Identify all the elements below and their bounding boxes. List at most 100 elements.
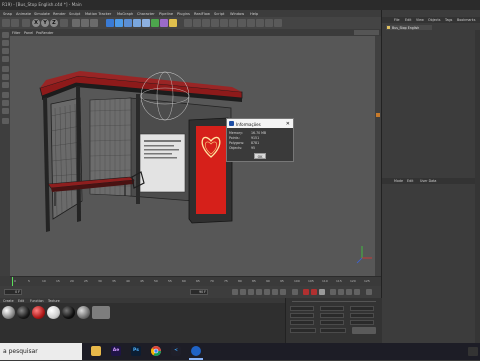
undo-icon[interactable] bbox=[2, 19, 10, 27]
make-editable-icon[interactable] bbox=[1, 32, 9, 38]
previous-frame-icon[interactable] bbox=[248, 289, 254, 295]
lock-icon[interactable] bbox=[220, 19, 228, 27]
loop-icon[interactable] bbox=[292, 289, 298, 295]
xpresso-icon[interactable] bbox=[247, 19, 255, 27]
end-frame-field[interactable]: 90 F bbox=[190, 289, 208, 295]
scale-key-icon[interactable] bbox=[338, 289, 344, 295]
menu-simulate[interactable]: Simulate bbox=[34, 12, 50, 16]
auto-key-icon[interactable] bbox=[311, 289, 317, 295]
menu-motion-tracker[interactable]: Motion Tracker bbox=[85, 12, 111, 16]
camera-icon[interactable] bbox=[160, 19, 168, 27]
after-effects-icon[interactable]: Ae bbox=[111, 346, 121, 356]
tweak-mode-icon[interactable] bbox=[1, 100, 9, 106]
light-icon[interactable] bbox=[169, 19, 177, 27]
play-icon[interactable] bbox=[256, 289, 262, 295]
redo-icon[interactable] bbox=[11, 19, 19, 27]
position-z-field[interactable] bbox=[290, 320, 314, 325]
render-settings-icon[interactable] bbox=[90, 19, 98, 27]
lod-icon[interactable] bbox=[256, 19, 264, 27]
material-swatch[interactable] bbox=[2, 306, 15, 319]
material-swatch[interactable] bbox=[17, 306, 30, 319]
position-x-field[interactable] bbox=[290, 306, 314, 311]
polygons-mode-icon[interactable] bbox=[1, 82, 9, 88]
mat-menu-edit[interactable]: Edit bbox=[18, 299, 24, 303]
menu-render[interactable]: Render bbox=[53, 12, 66, 16]
vscode-icon[interactable]: ≺ bbox=[171, 346, 181, 356]
attr-menu-mode[interactable]: Mode bbox=[394, 179, 403, 183]
om-menu-objects[interactable]: Objects bbox=[428, 18, 440, 22]
chrome-icon[interactable] bbox=[151, 346, 161, 356]
timeline-window-icon[interactable] bbox=[366, 289, 372, 295]
workplane-icon[interactable] bbox=[202, 19, 210, 27]
position-key-icon[interactable] bbox=[330, 289, 336, 295]
next-key-icon[interactable] bbox=[272, 289, 278, 295]
realflow-icon[interactable] bbox=[265, 19, 273, 27]
coordinate-system-icon[interactable] bbox=[60, 19, 68, 27]
right-panel-tabs[interactable] bbox=[475, 30, 480, 350]
om-menu-view[interactable]: View bbox=[416, 18, 424, 22]
grid-icon[interactable] bbox=[211, 19, 219, 27]
menu-sculpt[interactable]: Sculpt bbox=[69, 12, 80, 16]
size-x-field[interactable] bbox=[320, 306, 344, 311]
cinema4d-icon[interactable] bbox=[191, 346, 201, 356]
python-icon[interactable] bbox=[238, 19, 246, 27]
position-y-field[interactable] bbox=[290, 313, 314, 318]
mat-menu-create[interactable]: Create bbox=[3, 299, 14, 303]
menu-mograph[interactable]: MoGraph bbox=[117, 12, 133, 16]
mat-menu-texture[interactable]: Texture bbox=[48, 299, 60, 303]
material-swatch[interactable] bbox=[47, 306, 60, 319]
taskbar-search[interactable]: a pesquisar bbox=[0, 343, 82, 360]
om-menu-edit[interactable]: Edit bbox=[405, 18, 411, 22]
render-picture-viewer-icon[interactable] bbox=[81, 19, 89, 27]
menu-realflow[interactable]: RealFlow bbox=[194, 12, 210, 16]
edges-mode-icon[interactable] bbox=[1, 74, 9, 80]
menu-animate[interactable]: Animate bbox=[16, 12, 31, 16]
viewport-menu-panel[interactable]: Panel bbox=[24, 31, 33, 35]
apply-button[interactable] bbox=[352, 327, 376, 334]
snap-icon[interactable] bbox=[193, 19, 201, 27]
snap-settings-icon[interactable] bbox=[1, 118, 9, 124]
next-frame-icon[interactable] bbox=[264, 289, 270, 295]
render-view-icon[interactable] bbox=[72, 19, 80, 27]
menu-plugins[interactable]: Plugins bbox=[177, 12, 190, 16]
rotation-key-icon[interactable] bbox=[346, 289, 352, 295]
rotation-p-field[interactable] bbox=[350, 313, 374, 318]
x-axis-toggle[interactable]: X bbox=[32, 19, 40, 27]
solo-mode-icon[interactable] bbox=[1, 108, 9, 114]
size-z-field[interactable] bbox=[320, 320, 344, 325]
extra-tool-icon[interactable] bbox=[184, 19, 192, 27]
z-axis-toggle[interactable]: Z bbox=[50, 19, 58, 27]
menu-snap[interactable]: Snap bbox=[3, 12, 12, 16]
file-explorer-icon[interactable] bbox=[91, 346, 101, 356]
coordinate-mode-select[interactable] bbox=[290, 328, 316, 333]
object-row[interactable]: Bus_Stop English bbox=[386, 25, 432, 30]
size-y-field[interactable] bbox=[320, 313, 344, 318]
quantize-icon[interactable] bbox=[229, 19, 237, 27]
ok-button[interactable]: OK bbox=[254, 153, 266, 159]
points-mode-icon[interactable] bbox=[1, 66, 9, 72]
notification-icon[interactable] bbox=[468, 347, 478, 356]
current-frame-field[interactable]: 0 F bbox=[4, 289, 22, 295]
cube-icon[interactable] bbox=[106, 19, 114, 27]
menu-window[interactable]: Window bbox=[230, 12, 244, 16]
rotation-h-field[interactable] bbox=[350, 306, 374, 311]
keyframe-selection-icon[interactable] bbox=[319, 289, 325, 295]
menu-character[interactable]: Character bbox=[137, 12, 155, 16]
previous-key-icon[interactable] bbox=[240, 289, 246, 295]
y-axis-toggle[interactable]: Y bbox=[41, 19, 49, 27]
menu-script[interactable]: Script bbox=[214, 12, 224, 16]
viewport-menu-filter[interactable]: Filter bbox=[12, 31, 20, 35]
mat-menu-function[interactable]: Function bbox=[30, 299, 44, 303]
size-mode-select[interactable] bbox=[320, 328, 346, 333]
texture-mode-icon[interactable] bbox=[1, 48, 9, 54]
attr-menu-user-data[interactable]: User Data bbox=[420, 179, 436, 183]
axis-mode-icon[interactable] bbox=[1, 92, 9, 98]
material-swatch[interactable] bbox=[32, 306, 45, 319]
attr-menu-edit[interactable]: Edit bbox=[407, 179, 413, 183]
go-to-start-icon[interactable] bbox=[232, 289, 238, 295]
subdivision-icon[interactable] bbox=[124, 19, 132, 27]
record-icon[interactable] bbox=[303, 289, 309, 295]
window-controls[interactable] bbox=[458, 0, 480, 10]
material-swatch[interactable] bbox=[92, 306, 110, 319]
om-menu-bookmarks[interactable]: Bookmarks bbox=[457, 18, 475, 22]
